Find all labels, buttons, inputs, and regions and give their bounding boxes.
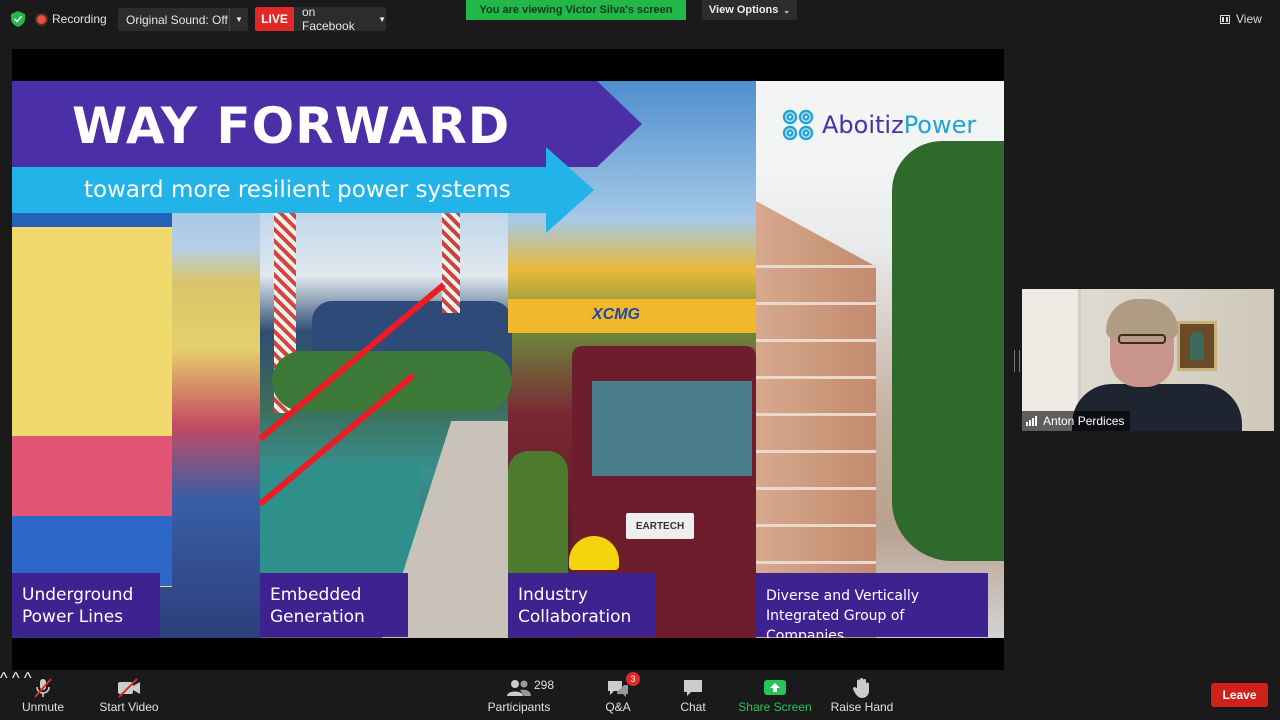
participants-button[interactable]: 298 Participants (484, 670, 554, 720)
caret-down-icon[interactable]: ▼ (229, 8, 248, 31)
caption-line: Collaboration (518, 607, 632, 627)
caption-line: Diverse and Vertically (766, 588, 920, 604)
view-button[interactable]: View (1220, 8, 1272, 30)
truck-sign: EARTECH (626, 513, 694, 539)
facade-louvres (756, 231, 876, 631)
caption-industry-collaboration: Industry Collaboration (508, 573, 656, 637)
leave-button[interactable]: Leave (1211, 683, 1268, 707)
unmute-button[interactable]: Unmute (20, 670, 66, 720)
truck-windshield (592, 381, 752, 476)
slide-title: WAY FORWARD (72, 97, 511, 155)
chat-label: Chat (680, 700, 706, 714)
meeting-toolbar: Unmute ^ Start Video ^ 298 Participants … (0, 670, 1280, 720)
raise-hand-button[interactable]: Raise Hand (828, 670, 896, 720)
recording-indicator[interactable]: Recording (37, 8, 107, 30)
chevron-down-icon: ⌄ (783, 5, 791, 15)
caption-line: Underground (22, 585, 134, 605)
raise-hand-label: Raise Hand (830, 700, 894, 714)
video-off-icon (118, 678, 140, 698)
logo-part1: Aboitiz (822, 111, 904, 139)
tree-foliage (892, 141, 1004, 561)
aboitiz-swirl-icon (782, 109, 814, 141)
raise-hand-icon (852, 678, 869, 698)
caption-integrated-group: Diverse and Vertically Integrated Group … (756, 573, 988, 638)
qa-label: Q&A (605, 700, 631, 714)
participants-label: Participants (487, 700, 551, 714)
signal-bars-icon (1026, 416, 1038, 426)
presentation-slide: XCMG EARTECH WAY FORWARD toward more res… (12, 81, 1004, 638)
caption-line: Generation (270, 607, 365, 627)
shared-screen-area: XCMG EARTECH WAY FORWARD toward more res… (12, 49, 1004, 670)
recording-label: Recording (52, 12, 107, 26)
meeting-top-bar: Recording Original Sound: Off ▼ LIVE on … (0, 0, 1280, 38)
microphone-muted-icon (34, 678, 52, 698)
company-logo: AboitizPower (780, 107, 976, 143)
slide-subtitle: toward more resilient power systems (84, 177, 511, 203)
share-screen-button[interactable]: Share Screen (738, 670, 812, 720)
participant-count: 298 (534, 678, 555, 692)
participant-glasses (1118, 334, 1166, 344)
wall-painting (1177, 321, 1217, 371)
lattice-tower (442, 213, 460, 313)
share-screen-icon (764, 680, 786, 695)
logo-part2: Power (903, 111, 977, 139)
participant-name-tag: Anton Perdices (1022, 411, 1131, 431)
logo-wordmark: AboitizPower (822, 111, 976, 139)
view-options-label: View Options (708, 4, 779, 16)
caption-embedded-generation: Embedded Generation (260, 573, 408, 637)
recording-dot-icon (37, 14, 46, 24)
view-label: View (1236, 12, 1262, 26)
chat-icon (684, 680, 702, 696)
caption-line: Embedded (270, 585, 362, 605)
participants-icon (507, 680, 531, 696)
share-screen-label: Share Screen (738, 700, 812, 714)
caption-line: Integrated Group of Companies (766, 608, 905, 638)
start-video-button[interactable]: Start Video (98, 670, 160, 720)
audio-options-caret-icon[interactable]: ^ (0, 670, 8, 687)
caption-line: Industry (518, 585, 588, 605)
live-target-label: on Facebook (302, 5, 355, 33)
participant-name: Anton Perdices (1043, 414, 1125, 428)
qa-badge: 3 (626, 672, 640, 686)
participant-hair (1106, 299, 1178, 339)
view-grid-icon (1220, 14, 1230, 24)
live-badge[interactable]: LIVE (255, 7, 294, 31)
original-sound-label: Original Sound: Off (126, 12, 228, 27)
caption-underground-power-lines: Underground Power Lines (12, 573, 160, 637)
unmute-label: Unmute (21, 700, 65, 714)
start-video-label: Start Video (99, 700, 159, 714)
caption-line: Power Lines (22, 607, 124, 627)
caret-down-icon: ▼ (378, 14, 386, 24)
video-options-caret-icon[interactable]: ^ (12, 670, 20, 687)
background-door (1022, 289, 1081, 431)
panel-resize-handle[interactable] (1014, 350, 1020, 372)
crane-text: XCMG (592, 306, 640, 323)
live-target-dropdown[interactable]: on Facebook ▼ (294, 5, 386, 33)
original-sound-dropdown[interactable]: Original Sound: Off ▼ (118, 8, 248, 31)
viewing-screen-banner: You are viewing Victor Silva's screen (466, 0, 686, 20)
storefront-sign-band (12, 436, 172, 516)
shield-icon[interactable] (11, 11, 25, 27)
chat-button[interactable]: Chat (674, 670, 712, 720)
view-options-button[interactable]: View Options ⌄ (702, 0, 797, 20)
qa-button[interactable]: 3 Q&A (598, 670, 640, 720)
participant-video-tile[interactable]: Anton Perdices (1022, 289, 1274, 431)
